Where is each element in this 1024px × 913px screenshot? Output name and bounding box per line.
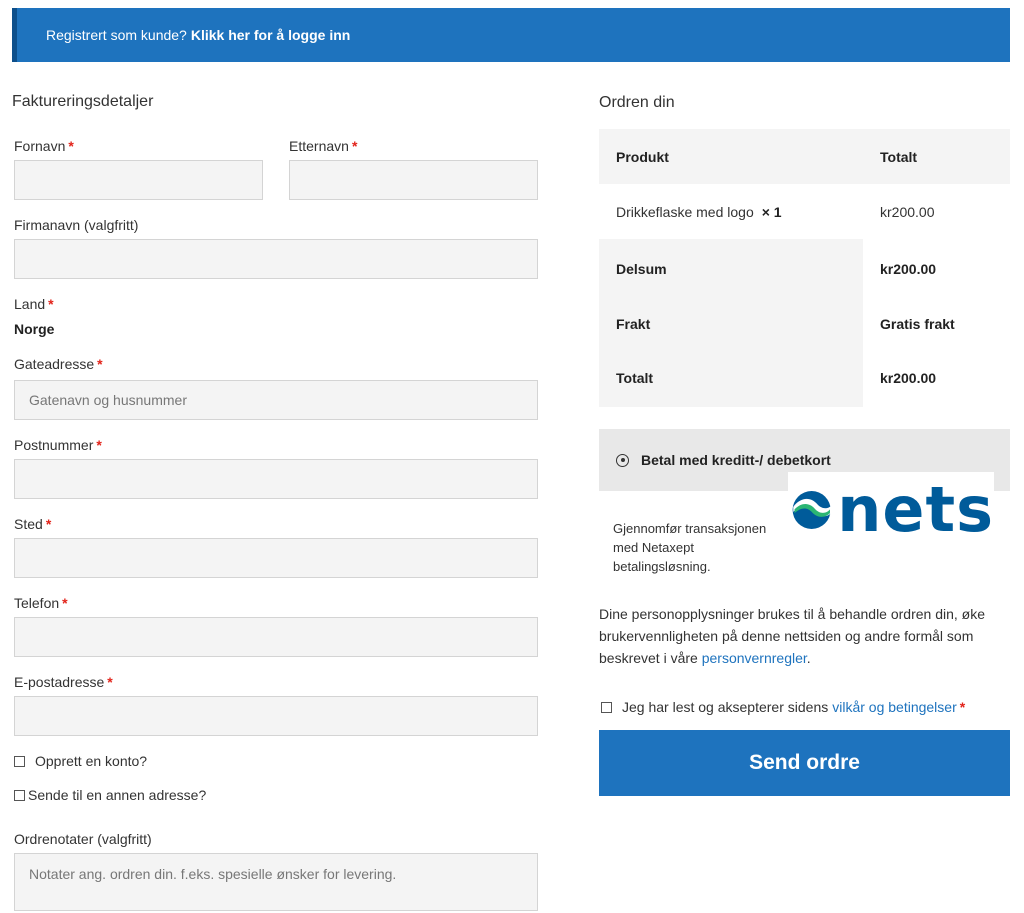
total-row: Totalt kr200.00	[599, 349, 1010, 407]
postcode-field[interactable]	[14, 459, 538, 499]
email-label: E-postadresse *	[14, 674, 113, 690]
last-name-field[interactable]	[289, 160, 538, 200]
ship-different-checkbox[interactable]	[14, 789, 25, 801]
shipping-row: Frakt Gratis frakt	[599, 299, 1010, 349]
create-account-option[interactable]: Opprett en konto?	[14, 753, 147, 769]
login-notice: Registrert som kunde? Klikk her for å lo…	[12, 8, 1010, 62]
company-label: Firmanavn (valgfritt)	[14, 217, 139, 233]
create-account-checkbox[interactable]	[14, 755, 25, 767]
create-account-label: Opprett en konto?	[35, 753, 148, 769]
terms-checkbox[interactable]	[601, 701, 612, 713]
send-order-button[interactable]: Send ordre	[599, 730, 1010, 796]
country-value: Norge	[14, 321, 55, 337]
total-header: Totalt	[880, 148, 918, 165]
last-name-label: Etternavn *	[289, 138, 358, 154]
city-field[interactable]	[14, 538, 538, 578]
nets-logo-icon	[792, 491, 832, 529]
company-field[interactable]	[14, 239, 538, 279]
postcode-label: Postnummer *	[14, 437, 102, 453]
shipping-value: Gratis frakt	[880, 316, 955, 332]
login-link[interactable]: Klikk her for å logge inn	[191, 27, 350, 43]
city-label: Sted *	[14, 516, 52, 532]
terms-text: Jeg har lest og aksepterer sidens	[622, 699, 829, 715]
nets-logo-text: nets	[837, 473, 994, 546]
billing-title: Faktureringsdetaljer	[12, 93, 154, 110]
subtotal-value: kr200.00	[880, 261, 937, 277]
payment-radio[interactable]	[616, 453, 629, 467]
product-header: Produkt	[616, 148, 669, 165]
privacy-policy-link[interactable]: personvernregler	[702, 650, 807, 666]
country-label: Land *	[14, 296, 54, 312]
subtotal-label: Delsum	[616, 261, 667, 277]
login-notice-text: Registrert som kunde?	[46, 27, 187, 43]
order-table-header: Produkt Totalt	[599, 129, 1010, 184]
street-field[interactable]: Gatenavn og husnummer	[14, 380, 538, 420]
item-cell: Drikkeflaske med logo × 1	[599, 184, 863, 239]
item-price: kr200.00	[880, 203, 935, 220]
total-label: Totalt	[616, 370, 654, 386]
subtotal-row: Delsum kr200.00	[599, 239, 1010, 299]
total-value: kr200.00	[880, 370, 937, 386]
privacy-notice: Dine personopplysninger brukes til å beh…	[599, 606, 986, 666]
email-field[interactable]	[14, 696, 538, 736]
item-name: Drikkeflaske med logo	[616, 203, 754, 220]
payment-description: Gjennomfør transaksjonen med Netaxept be…	[613, 521, 767, 574]
terms-link[interactable]: vilkår og betingelser	[832, 699, 957, 715]
shipping-label: Frakt	[616, 316, 651, 332]
nets-logo: nets	[788, 472, 994, 548]
ship-different-label: Sende til en annen adresse?	[28, 787, 207, 803]
notes-label: Ordrenotater (valgfritt)	[14, 831, 152, 847]
first-name-field[interactable]	[14, 160, 263, 200]
street-label: Gateadresse *	[14, 356, 103, 372]
phone-label: Telefon *	[14, 595, 68, 611]
terms-option[interactable]: Jeg har lest og aksepterer sidens vilkår…	[601, 699, 965, 715]
phone-field[interactable]	[14, 617, 538, 657]
notes-field[interactable]: Notater ang. ordren din. f.eks. spesiell…	[14, 853, 538, 911]
order-title: Ordren din	[599, 94, 675, 111]
order-item-row: Drikkeflaske med logo × 1 kr200.00	[599, 184, 1010, 239]
item-qty: × 1	[761, 203, 782, 220]
first-name-label: Fornavn *	[14, 138, 74, 154]
payment-method-label: Betal med kreditt-/ debetkort	[641, 452, 831, 468]
ship-different-option[interactable]: Sende til en annen adresse?	[14, 787, 206, 803]
